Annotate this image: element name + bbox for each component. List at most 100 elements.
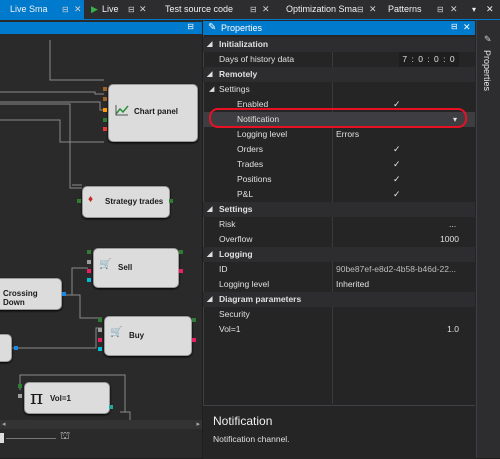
row-logging-level[interactable]: Logging level Inherited bbox=[203, 277, 475, 292]
node-label: Buy bbox=[129, 331, 145, 340]
node-partial[interactable] bbox=[0, 334, 12, 362]
output-port[interactable] bbox=[179, 250, 183, 254]
pin-icon[interactable]: ⊟ bbox=[62, 0, 69, 19]
close-icon[interactable]: ✕ bbox=[486, 0, 494, 19]
scroll-right-icon[interactable]: ▸ bbox=[196, 420, 200, 428]
row-positions[interactable]: Positions ✓ bbox=[203, 172, 475, 187]
pin-icon[interactable]: ⊟ bbox=[187, 22, 194, 31]
close-icon[interactable]: ✕ bbox=[369, 0, 377, 19]
row-value[interactable]: Inherited bbox=[336, 277, 369, 292]
close-icon[interactable]: ✕ bbox=[450, 0, 458, 19]
trades-checkbox[interactable]: ✓ bbox=[393, 157, 402, 172]
input-port[interactable] bbox=[18, 394, 22, 398]
node-strategy-trades[interactable]: ♦ Strategy trades bbox=[82, 186, 170, 218]
output-port[interactable] bbox=[169, 199, 173, 203]
scroll-left-icon[interactable]: ◂ bbox=[2, 420, 6, 428]
side-tab-properties[interactable]: Properties bbox=[482, 50, 492, 91]
node-sell[interactable]: 🛒 Sell bbox=[93, 248, 179, 288]
section-diagram-parameters[interactable]: ◢ Diagram parameters bbox=[203, 292, 475, 307]
input-port[interactable] bbox=[77, 199, 81, 203]
zoom-slider-track[interactable] bbox=[6, 438, 56, 439]
input-port[interactable] bbox=[87, 250, 91, 254]
collapse-icon[interactable]: ◢ bbox=[207, 37, 212, 52]
row-pnl[interactable]: P&L ✓ bbox=[203, 187, 475, 202]
collapse-icon[interactable]: ◢ bbox=[207, 247, 212, 262]
pin-icon[interactable]: ⊟ bbox=[128, 0, 135, 19]
zoom-slider-handle[interactable] bbox=[0, 433, 4, 443]
row-days-of-history[interactable]: Days of history data 7 : 0 : 0 : 0 bbox=[203, 52, 475, 67]
input-port[interactable] bbox=[103, 97, 107, 101]
collapse-icon[interactable]: ◢ bbox=[207, 67, 212, 82]
row-logging-level-remote[interactable]: Logging level Errors bbox=[203, 127, 475, 142]
horizontal-scrollbar[interactable]: ◂ ▸ bbox=[0, 420, 202, 429]
tab-live-sma[interactable]: Live Sma ⊟ ✕ bbox=[0, 0, 84, 19]
diagram-canvas[interactable]: ⊟ Chart panel ♦ Strategy trades 🛒 Sell C… bbox=[0, 20, 202, 458]
tab-dropdown-icon[interactable]: ▾ bbox=[472, 0, 476, 19]
output-port[interactable] bbox=[109, 405, 113, 409]
tab-optimization-sma[interactable]: Optimization Sma ⊟ ✕ bbox=[275, 0, 381, 19]
collapse-icon[interactable]: ◢ bbox=[207, 202, 212, 217]
positions-checkbox[interactable]: ✓ bbox=[393, 172, 402, 187]
tab-test-source-code[interactable]: Test source code ⊟ ✕ bbox=[150, 0, 274, 19]
node-crossing-down[interactable]: Crossing Down bbox=[0, 278, 62, 310]
pin-icon[interactable]: ⊟ bbox=[357, 0, 364, 19]
row-label: Trades bbox=[237, 159, 264, 169]
input-port[interactable] bbox=[98, 347, 102, 351]
row-risk[interactable]: Risk ... bbox=[203, 217, 475, 232]
days-timespan-input[interactable]: 7 : 0 : 0 : 0 bbox=[399, 52, 459, 67]
row-id[interactable]: ID 90be87ef-e8d2-4b58-b46d-22... bbox=[203, 262, 475, 277]
row-settings-group[interactable]: ◢ Settings bbox=[203, 82, 475, 97]
input-port[interactable] bbox=[87, 260, 91, 264]
output-port[interactable] bbox=[14, 346, 18, 350]
node-label: Vol=1 bbox=[50, 394, 71, 403]
row-overflow[interactable]: Overflow 1000 bbox=[203, 232, 475, 247]
close-icon[interactable]: ✕ bbox=[139, 0, 147, 19]
node-chart-panel[interactable]: Chart panel bbox=[108, 84, 198, 142]
input-port[interactable] bbox=[103, 127, 107, 131]
input-port[interactable] bbox=[103, 108, 107, 112]
row-value[interactable]: 90be87ef-e8d2-4b58-b46d-22... bbox=[336, 262, 464, 277]
input-port[interactable] bbox=[98, 328, 102, 332]
pin-icon[interactable]: ⊟ bbox=[437, 0, 444, 19]
pin-icon[interactable]: ⊟ bbox=[250, 0, 257, 19]
node-buy[interactable]: 🛒 Buy bbox=[104, 316, 192, 356]
input-port[interactable] bbox=[103, 87, 107, 91]
orders-checkbox[interactable]: ✓ bbox=[393, 142, 402, 157]
row-label: Days of history data bbox=[219, 54, 295, 64]
collapse-icon[interactable]: ◢ bbox=[209, 82, 214, 97]
node-vol[interactable]: π Vol=1 bbox=[24, 382, 110, 414]
properties-title-bar: ✎ Properties ⊟ ✕ bbox=[203, 21, 475, 35]
snapshot-icon[interactable]: ⛫ bbox=[60, 430, 70, 444]
close-icon[interactable]: ✕ bbox=[262, 0, 270, 19]
collapse-icon[interactable]: ◢ bbox=[207, 292, 212, 307]
output-port[interactable] bbox=[179, 269, 183, 273]
row-value[interactable]: 1000 bbox=[413, 232, 459, 247]
close-icon[interactable]: ✕ bbox=[463, 22, 471, 33]
row-value[interactable]: Errors bbox=[336, 127, 359, 142]
output-port[interactable] bbox=[192, 338, 196, 342]
section-logging[interactable]: ◢ Logging bbox=[203, 247, 475, 262]
input-port[interactable] bbox=[18, 384, 22, 388]
pin-icon[interactable]: ⊟ bbox=[451, 22, 458, 31]
row-orders[interactable]: Orders ✓ bbox=[203, 142, 475, 157]
input-port[interactable] bbox=[98, 318, 102, 322]
section-initialization[interactable]: ◢ Initialization bbox=[203, 37, 475, 52]
row-trades[interactable]: Trades ✓ bbox=[203, 157, 475, 172]
section-remotely[interactable]: ◢ Remotely bbox=[203, 67, 475, 82]
output-port[interactable] bbox=[192, 318, 196, 322]
row-label: Logging level bbox=[219, 279, 270, 289]
output-port[interactable] bbox=[62, 292, 66, 296]
row-value[interactable]: 1.0 bbox=[413, 322, 459, 337]
row-vol1[interactable]: Vol=1 1.0 bbox=[203, 322, 475, 337]
input-port[interactable] bbox=[87, 269, 91, 273]
input-port[interactable] bbox=[103, 118, 107, 122]
tab-live[interactable]: ▶ Live ⊟ ✕ bbox=[85, 0, 149, 19]
section-settings[interactable]: ◢ Settings bbox=[203, 202, 475, 217]
risk-ellipsis-button[interactable]: ... bbox=[449, 217, 456, 232]
tab-patterns[interactable]: Patterns ⊟ ✕ ▾ ✕ bbox=[382, 0, 500, 19]
input-port[interactable] bbox=[87, 278, 91, 282]
pnl-checkbox[interactable]: ✓ bbox=[393, 187, 402, 202]
input-port[interactable] bbox=[98, 338, 102, 342]
row-security[interactable]: Security bbox=[203, 307, 475, 322]
close-icon[interactable]: ✕ bbox=[74, 0, 82, 19]
